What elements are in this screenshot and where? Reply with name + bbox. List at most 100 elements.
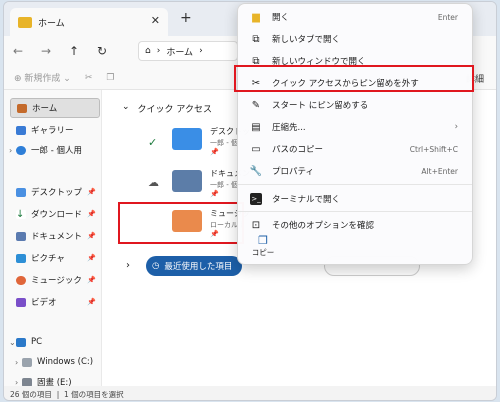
tab-title: ホーム bbox=[38, 18, 65, 29]
sidebar-item-windows-c[interactable]: › Windows (C:) bbox=[10, 352, 100, 372]
desktop-folder-icon bbox=[172, 128, 202, 150]
new-button[interactable]: ⊕ 新規作成 ⌄ bbox=[14, 71, 71, 84]
video-icon bbox=[16, 297, 26, 307]
forward-button[interactable]: → bbox=[32, 44, 60, 58]
copy-label: コピー bbox=[251, 248, 275, 257]
chevron-right-icon[interactable]: › bbox=[126, 260, 130, 271]
menu-divider bbox=[238, 211, 472, 212]
cut-icon[interactable]: ✂ bbox=[85, 73, 93, 83]
home-icon bbox=[17, 103, 27, 113]
section-title: クイック アクセス bbox=[137, 105, 212, 115]
copy-icon: ❐ bbox=[258, 234, 268, 247]
item-count: 26 個の項目 bbox=[10, 390, 52, 399]
folder-icon: ▆ bbox=[252, 11, 260, 23]
menu-item-copy-path[interactable]: ▭ パスのコピー Ctrl+Shift+C bbox=[244, 138, 468, 160]
desktop-icon bbox=[16, 187, 26, 197]
sidebar-item-label: Windows (C:) bbox=[37, 357, 94, 367]
new-tab-icon: ⧉ bbox=[252, 33, 260, 45]
wrench-icon: 🔧 bbox=[249, 165, 263, 177]
back-button[interactable]: ← bbox=[4, 44, 32, 58]
up-button[interactable]: ↑ bbox=[60, 44, 88, 58]
sidebar-item-label: ピクチャ bbox=[31, 254, 65, 264]
sidebar-item-pc[interactable]: ⌄ PC bbox=[9, 332, 100, 352]
recent-items-button[interactable]: ◷ 最近使用した項目 bbox=[146, 256, 243, 276]
chevron-right-icon[interactable]: › bbox=[15, 358, 18, 367]
pin-icon: ✎ bbox=[251, 99, 261, 111]
sidebar-item-label: デスクトップ bbox=[31, 188, 83, 198]
quick-access-header[interactable]: ⌄ クイック アクセス bbox=[122, 102, 212, 115]
sidebar-item-music[interactable]: ミュージック 📌 bbox=[10, 270, 100, 290]
menu-label: 新しいタブで開く bbox=[272, 35, 341, 45]
sidebar-item-label: ビデオ bbox=[31, 298, 57, 308]
download-icon: ↓ bbox=[16, 208, 26, 220]
item-location: 一郎 - 個 bbox=[210, 181, 238, 189]
chevron-right-icon[interactable]: › bbox=[9, 146, 12, 155]
new-label: 新規作成 bbox=[24, 74, 61, 84]
menu-item-pin-start[interactable]: ✎ スタート にピン留めする bbox=[244, 94, 468, 116]
pc-icon bbox=[16, 337, 26, 347]
menu-item-terminal[interactable]: >_ ターミナルで開く bbox=[244, 188, 468, 210]
tab-home[interactable]: ホーム ✕ bbox=[10, 8, 168, 36]
picture-icon bbox=[16, 253, 26, 263]
explorer-window: ホーム ✕ + ← → ↑ ↻ ⌂ › ホーム › ⊕ 新規作成 ⌄ ✂ ❐ 詳… bbox=[3, 1, 497, 401]
folder-icon bbox=[18, 16, 32, 28]
gallery-icon bbox=[16, 125, 26, 135]
sidebar-item-label: PC bbox=[31, 337, 43, 347]
sync-check-icon: ✓ bbox=[148, 136, 158, 149]
menu-label: スタート にピン留めする bbox=[272, 101, 369, 111]
chevron-right-icon: › bbox=[454, 122, 458, 132]
sidebar-item-downloads[interactable]: ↓ ダウンロード 📌 bbox=[10, 204, 100, 224]
item-location: 一郎 - 個 bbox=[210, 139, 238, 147]
menu-item-open[interactable]: ▆ 開く Enter bbox=[244, 6, 468, 28]
pin-icon: 📌 bbox=[87, 254, 96, 262]
sidebar-item-pictures[interactable]: ピクチャ 📌 bbox=[10, 248, 100, 268]
chevron-down-icon[interactable]: ⌄ bbox=[9, 338, 16, 347]
sidebar-item-label: ミュージック bbox=[31, 276, 82, 286]
copy-icon[interactable]: ❐ bbox=[106, 73, 114, 83]
pin-icon: 📌 bbox=[210, 190, 219, 198]
sidebar-item-home[interactable]: ホーム bbox=[10, 98, 100, 118]
chevron-right-icon: › bbox=[156, 46, 161, 56]
breadcrumb[interactable]: ⌂ › ホーム › bbox=[138, 41, 238, 61]
sidebar-item-desktop[interactable]: デスクトップ 📌 bbox=[10, 182, 100, 202]
sidebar-item-label: ドキュメント bbox=[31, 232, 83, 242]
menu-label: 圧縮先... bbox=[272, 123, 306, 133]
close-tab-button[interactable]: ✕ bbox=[151, 14, 160, 27]
menu-item-properties[interactable]: 🔧 プロパティ Alt+Enter bbox=[244, 160, 468, 182]
pin-icon: 📌 bbox=[87, 210, 96, 218]
pin-icon: 📌 bbox=[87, 232, 96, 240]
menu-item-compress[interactable]: ▤ 圧縮先... › bbox=[244, 116, 468, 138]
sidebar-item-label: ギャラリー bbox=[31, 126, 74, 136]
sidebar-item-documents[interactable]: ドキュメント 📌 bbox=[10, 226, 100, 246]
copy-path-icon: ▭ bbox=[251, 143, 261, 155]
recent-label: 最近使用した項目 bbox=[164, 262, 233, 272]
menu-label: ターミナルで開く bbox=[272, 195, 341, 205]
copy-button[interactable]: ❐ コピー bbox=[248, 234, 278, 258]
menu-label: プロパティ bbox=[272, 167, 314, 177]
pin-icon: 📌 bbox=[210, 148, 219, 156]
navigation-pane: ホーム ギャラリー › 一郎 - 個人用 デスクトップ 📌 ↓ ダウンロード 📌… bbox=[4, 90, 102, 388]
sidebar-item-label: ダウンロード bbox=[31, 210, 83, 220]
shortcut: Ctrl+Shift+C bbox=[409, 144, 458, 154]
sidebar-item-gallery[interactable]: ギャラリー bbox=[10, 120, 100, 140]
menu-label: 開く bbox=[272, 13, 290, 23]
documents-folder-icon bbox=[172, 170, 202, 192]
breadcrumb-home[interactable]: ホーム bbox=[166, 45, 193, 58]
selection-highlight bbox=[118, 202, 244, 244]
pin-icon: 📌 bbox=[87, 188, 96, 196]
selection-count: 1 個の項目を選択 bbox=[64, 390, 124, 399]
more-options-icon: ⊡ bbox=[251, 219, 261, 231]
menu-item-more-options[interactable]: ⊡ その他のオプションを確認 bbox=[244, 214, 468, 236]
sidebar-item-onedrive[interactable]: › 一郎 - 個人用 bbox=[9, 140, 100, 160]
new-tab-button[interactable]: + bbox=[180, 10, 192, 26]
menu-divider bbox=[238, 184, 472, 185]
shortcut: Enter bbox=[437, 12, 458, 22]
chevron-down-icon: ⌄ bbox=[122, 102, 130, 112]
menu-label: パスのコピー bbox=[272, 145, 324, 155]
terminal-icon: >_ bbox=[250, 193, 262, 205]
context-menu: ▆ 開く Enter ⧉ 新しいタブで開く ⧉ 新しいウィンドウで開く ✂ クイ… bbox=[237, 3, 473, 265]
sidebar-item-videos[interactable]: ビデオ 📌 bbox=[10, 292, 100, 312]
document-icon bbox=[16, 231, 26, 241]
refresh-button[interactable]: ↻ bbox=[88, 44, 116, 58]
menu-item-open-new-tab[interactable]: ⧉ 新しいタブで開く bbox=[244, 28, 468, 50]
